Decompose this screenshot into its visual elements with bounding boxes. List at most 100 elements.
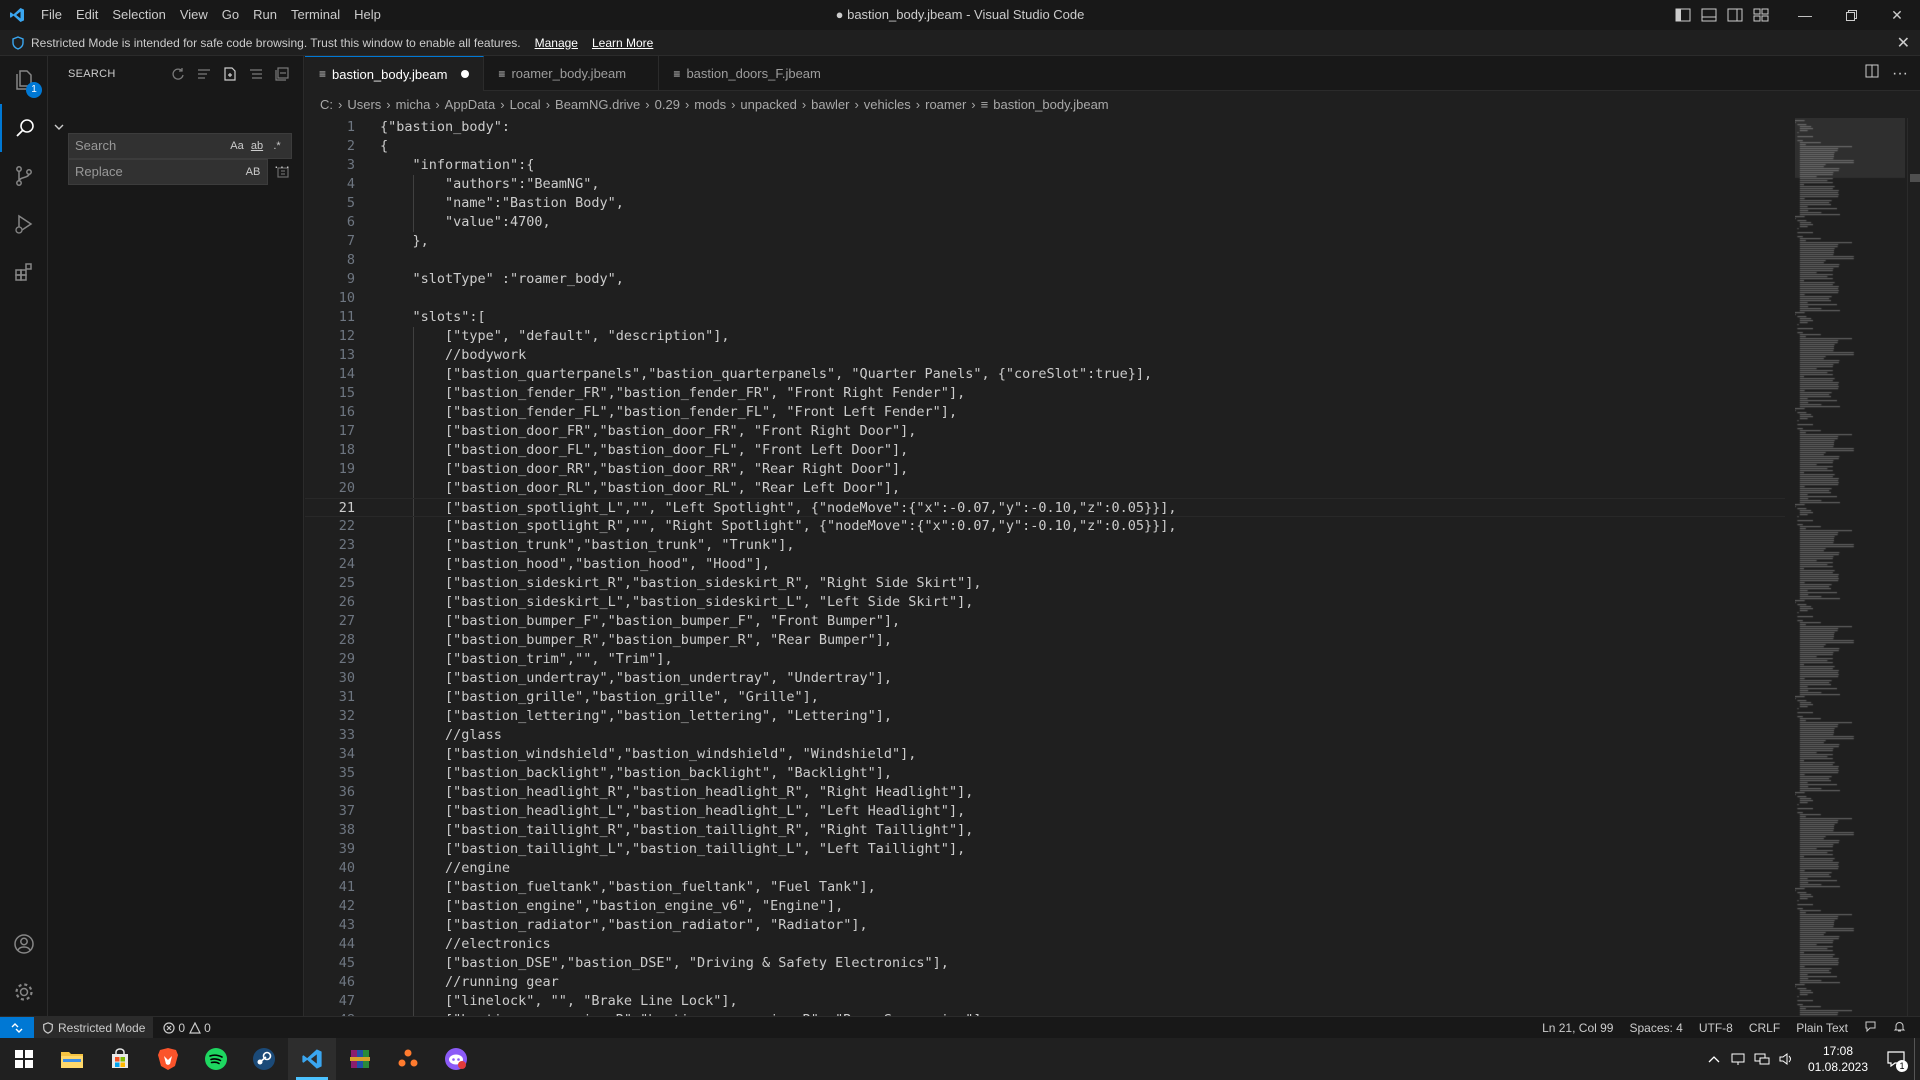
breadcrumb-segment[interactable]: 0.29: [655, 97, 680, 112]
toggle-primary-sidebar-icon[interactable]: [1670, 0, 1696, 30]
code-line[interactable]: 42 ["bastion_engine","bastion_engine_v6"…: [305, 897, 1785, 916]
vertical-scrollbar[interactable]: [1907, 118, 1920, 1016]
code-line[interactable]: 43 ["bastion_radiator","bastion_radiator…: [305, 916, 1785, 935]
toggle-search-details-icon[interactable]: ···: [274, 158, 291, 174]
file-explorer-icon[interactable]: [48, 1038, 96, 1080]
code-line[interactable]: 21 ["bastion_spotlight_L","", "Left Spot…: [305, 498, 1785, 517]
collapse-all-icon[interactable]: [269, 64, 295, 84]
breadcrumb-segment[interactable]: unpacked: [740, 97, 796, 112]
code-line[interactable]: 37 ["bastion_headlight_L","bastion_headl…: [305, 802, 1785, 821]
menu-run[interactable]: Run: [246, 0, 284, 30]
code-line[interactable]: 47 ["linelock", "", "Brake Line Lock"],: [305, 992, 1785, 1011]
feedback-icon[interactable]: [1856, 1020, 1885, 1036]
search-input[interactable]: Search Aa ab .*: [68, 133, 292, 159]
menu-edit[interactable]: Edit: [69, 0, 105, 30]
encoding[interactable]: UTF-8: [1691, 1021, 1741, 1035]
menu-go[interactable]: Go: [215, 0, 246, 30]
code-line[interactable]: 33 //glass: [305, 726, 1785, 745]
volume-icon[interactable]: [1774, 1038, 1798, 1080]
clear-results-icon[interactable]: [191, 64, 217, 84]
code-line[interactable]: 26 ["bastion_sideskirt_L","bastion_sides…: [305, 593, 1785, 612]
use-regex-toggle[interactable]: .*: [267, 134, 287, 158]
remote-indicator-icon[interactable]: [0, 1016, 34, 1039]
accounts-icon[interactable]: [0, 920, 48, 968]
menu-terminal[interactable]: Terminal: [284, 0, 347, 30]
notification-center-icon[interactable]: 1: [1878, 1038, 1914, 1080]
extensions-icon[interactable]: [0, 248, 48, 296]
minimize-icon[interactable]: —: [1782, 0, 1828, 30]
code-line[interactable]: 34 ["bastion_windshield","bastion_windsh…: [305, 745, 1785, 764]
restore-icon[interactable]: [1828, 0, 1874, 30]
new-search-editor-icon[interactable]: [217, 64, 243, 84]
code-line[interactable]: 17 ["bastion_door_FR","bastion_door_FR",…: [305, 422, 1785, 441]
view-as-tree-icon[interactable]: [243, 64, 269, 84]
clock[interactable]: 17:08 01.08.2023: [1798, 1043, 1878, 1075]
code-line[interactable]: 4 "authors":"BeamNG",: [305, 175, 1785, 194]
indentation[interactable]: Spaces: 4: [1621, 1021, 1690, 1035]
breadcrumb-segment[interactable]: bastion_body.jbeam: [993, 97, 1108, 112]
tab-bastion-doors-f[interactable]: ≡ bastion_doors_F.jbeam: [659, 56, 839, 91]
scrollbar-thumb[interactable]: [1910, 174, 1920, 182]
restricted-mode-status[interactable]: Restricted Mode: [34, 1016, 154, 1039]
notifications-bell-icon[interactable]: [1885, 1020, 1914, 1036]
breadcrumb-segment[interactable]: roamer: [925, 97, 966, 112]
unsaved-dot-icon[interactable]: [461, 70, 470, 78]
steam-icon[interactable]: [240, 1038, 288, 1080]
split-editor-icon[interactable]: [1858, 64, 1886, 83]
language-mode[interactable]: Plain Text: [1788, 1021, 1856, 1035]
code-line[interactable]: 14 ["bastion_quarterpanels","bastion_qua…: [305, 365, 1785, 384]
code-line[interactable]: 19 ["bastion_door_RR","bastion_door_RR",…: [305, 460, 1785, 479]
code-line[interactable]: 30 ["bastion_undertray","bastion_undertr…: [305, 669, 1785, 688]
match-case-toggle[interactable]: Aa: [227, 134, 247, 158]
close-window-icon[interactable]: ✕: [1874, 0, 1920, 30]
menu-view[interactable]: View: [173, 0, 215, 30]
code-line[interactable]: 9 "slotType" :"roamer_body",: [305, 270, 1785, 289]
code-line[interactable]: 22 ["bastion_spotlight_R","", "Right Spo…: [305, 517, 1785, 536]
code-line[interactable]: 44 //electronics: [305, 935, 1785, 954]
display-icon[interactable]: [1726, 1038, 1750, 1080]
toggle-replace-chevron-icon[interactable]: [52, 120, 66, 134]
code-line[interactable]: 12 ["type", "default", "description"],: [305, 327, 1785, 346]
code-line[interactable]: 32 ["bastion_lettering","bastion_letteri…: [305, 707, 1785, 726]
breadcrumb-segment[interactable]: C:: [320, 97, 333, 112]
code-line[interactable]: 31 ["bastion_grille","bastion_grille", "…: [305, 688, 1785, 707]
breadcrumb-segment[interactable]: AppData: [445, 97, 496, 112]
search-icon[interactable]: [0, 104, 48, 152]
brave-browser-icon[interactable]: [144, 1038, 192, 1080]
code-line[interactable]: 20 ["bastion_door_RL","bastion_door_RL",…: [305, 479, 1785, 498]
manage-gear-icon[interactable]: [0, 968, 48, 1016]
chevron-up-icon[interactable]: [1702, 1038, 1726, 1080]
code-line[interactable]: 16 ["bastion_fender_FL","bastion_fender_…: [305, 403, 1785, 422]
breadcrumb-segment[interactable]: vehicles: [864, 97, 911, 112]
tab-bastion-body[interactable]: ≡ bastion_body.jbeam: [305, 56, 485, 91]
code-line[interactable]: 27 ["bastion_bumper_F","bastion_bumper_F…: [305, 612, 1785, 631]
code-line[interactable]: 23 ["bastion_trunk","bastion_trunk", "Tr…: [305, 536, 1785, 555]
run-and-debug-icon[interactable]: [0, 200, 48, 248]
manage-link[interactable]: Manage: [535, 36, 578, 50]
menu-file[interactable]: File: [34, 0, 69, 30]
microsoft-store-icon[interactable]: [96, 1038, 144, 1080]
breadcrumb-segment[interactable]: mods: [694, 97, 726, 112]
learn-more-link[interactable]: Learn More: [592, 36, 653, 50]
code-line[interactable]: 10: [305, 289, 1785, 308]
end-of-line[interactable]: CRLF: [1741, 1021, 1788, 1035]
windows-start-icon[interactable]: [0, 1038, 48, 1080]
network-icon[interactable]: [1750, 1038, 1774, 1080]
code-line[interactable]: 7 },: [305, 232, 1785, 251]
code-line[interactable]: 35 ["bastion_backlight","bastion_backlig…: [305, 764, 1785, 783]
code-line[interactable]: 41 ["bastion_fueltank","bastion_fueltank…: [305, 878, 1785, 897]
explorer-icon[interactable]: 1: [0, 56, 48, 104]
code-line[interactable]: 18 ["bastion_door_FL","bastion_door_FL",…: [305, 441, 1785, 460]
winrar-icon[interactable]: [336, 1038, 384, 1080]
code-line[interactable]: 36 ["bastion_headlight_R","bastion_headl…: [305, 783, 1785, 802]
code-line[interactable]: 29 ["bastion_trim","", "Trim"],: [305, 650, 1785, 669]
vscode-logo-icon[interactable]: [0, 0, 34, 30]
refresh-icon[interactable]: [165, 64, 191, 84]
breadcrumb-segment[interactable]: BeamNG.drive: [555, 97, 640, 112]
app-dots-icon[interactable]: [384, 1038, 432, 1080]
customize-layout-icon[interactable]: [1748, 0, 1774, 30]
show-desktop-button[interactable]: [1914, 1038, 1920, 1080]
code-line[interactable]: 28 ["bastion_bumper_R","bastion_bumper_R…: [305, 631, 1785, 650]
code-line[interactable]: 45 ["bastion_DSE","bastion_DSE", "Drivin…: [305, 954, 1785, 973]
code-line[interactable]: 3 "information":{: [305, 156, 1785, 175]
